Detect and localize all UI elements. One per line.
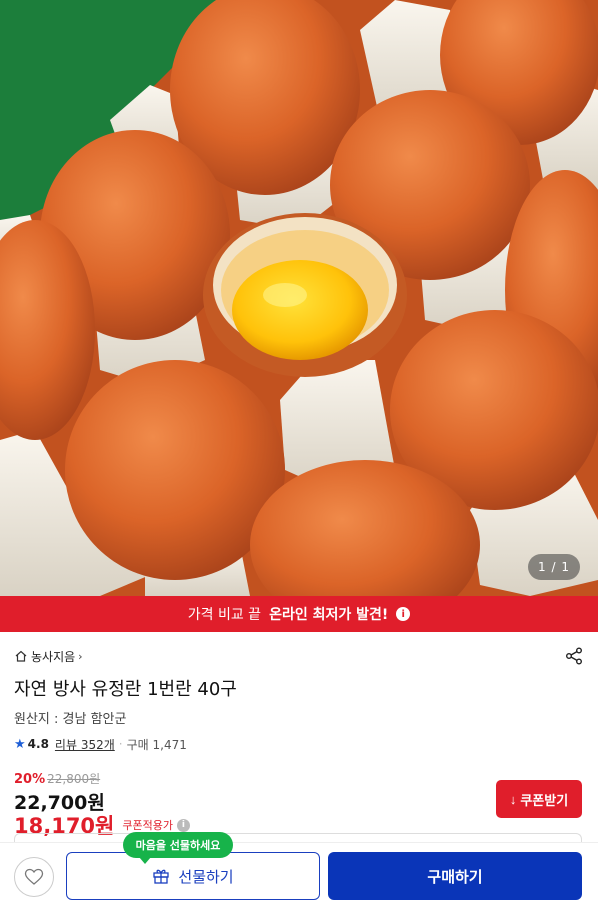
get-coupon-button[interactable]: ↓ 쿠폰받기 xyxy=(496,780,582,818)
separator: · xyxy=(118,737,123,751)
coupon-price-label: 쿠폰적용가 xyxy=(122,819,173,832)
product-info: 농사지음 › 자연 방사 유정란 1번란 40구 원산지 : 경남 함안군 ★ … xyxy=(0,632,598,838)
gift-icon xyxy=(153,869,170,884)
product-title: 자연 방사 유정란 1번란 40구 xyxy=(14,679,237,700)
rating-score: 4.8 xyxy=(27,737,49,751)
store-breadcrumb[interactable]: 농사지음 › xyxy=(14,648,584,664)
discount-rate: 20% xyxy=(14,772,46,787)
wishlist-button[interactable] xyxy=(14,857,54,897)
gift-tooltip: 마음을 선물하세요 xyxy=(123,832,233,864)
heart-icon xyxy=(24,868,44,885)
gift-button[interactable]: 선물하기 xyxy=(66,852,320,900)
gift-button-label: 선물하기 xyxy=(178,868,234,886)
promo-text: 가격 비교 끝 xyxy=(187,607,262,623)
share-icon[interactable] xyxy=(564,646,584,666)
product-origin: 원산지 : 경남 함안군 xyxy=(14,712,127,727)
download-icon: ↓ xyxy=(509,791,517,807)
info-icon[interactable]: i xyxy=(396,607,411,621)
purchase-count: 구매 1,471 xyxy=(126,737,187,752)
promo-highlight: 온라인 최저가 발견! xyxy=(269,607,389,623)
image-counter: 1 / 1 xyxy=(528,554,580,580)
home-icon xyxy=(15,650,27,662)
product-image-gallery[interactable]: 1 / 1 xyxy=(0,0,598,596)
info-icon[interactable]: i xyxy=(176,818,190,832)
buy-button[interactable]: 구매하기 xyxy=(328,852,582,900)
coupon-button-label: 쿠폰받기 xyxy=(520,792,569,808)
rating-row: ★ 4.8 리뷰 352개 · 구매 1,471 xyxy=(14,736,584,752)
original-price: 22,800원 xyxy=(47,772,101,786)
review-link[interactable]: 리뷰 352개 xyxy=(55,736,115,753)
bottom-action-bar: 선물하기 구매하기 xyxy=(0,842,598,906)
store-name: 농사지음 xyxy=(31,649,76,664)
chevron-right-icon: › xyxy=(78,649,83,663)
star-icon: ★ xyxy=(14,736,26,752)
eggs-photo xyxy=(0,0,598,596)
price-compare-banner[interactable]: 가격 비교 끝 온라인 최저가 발견! i xyxy=(0,596,598,632)
